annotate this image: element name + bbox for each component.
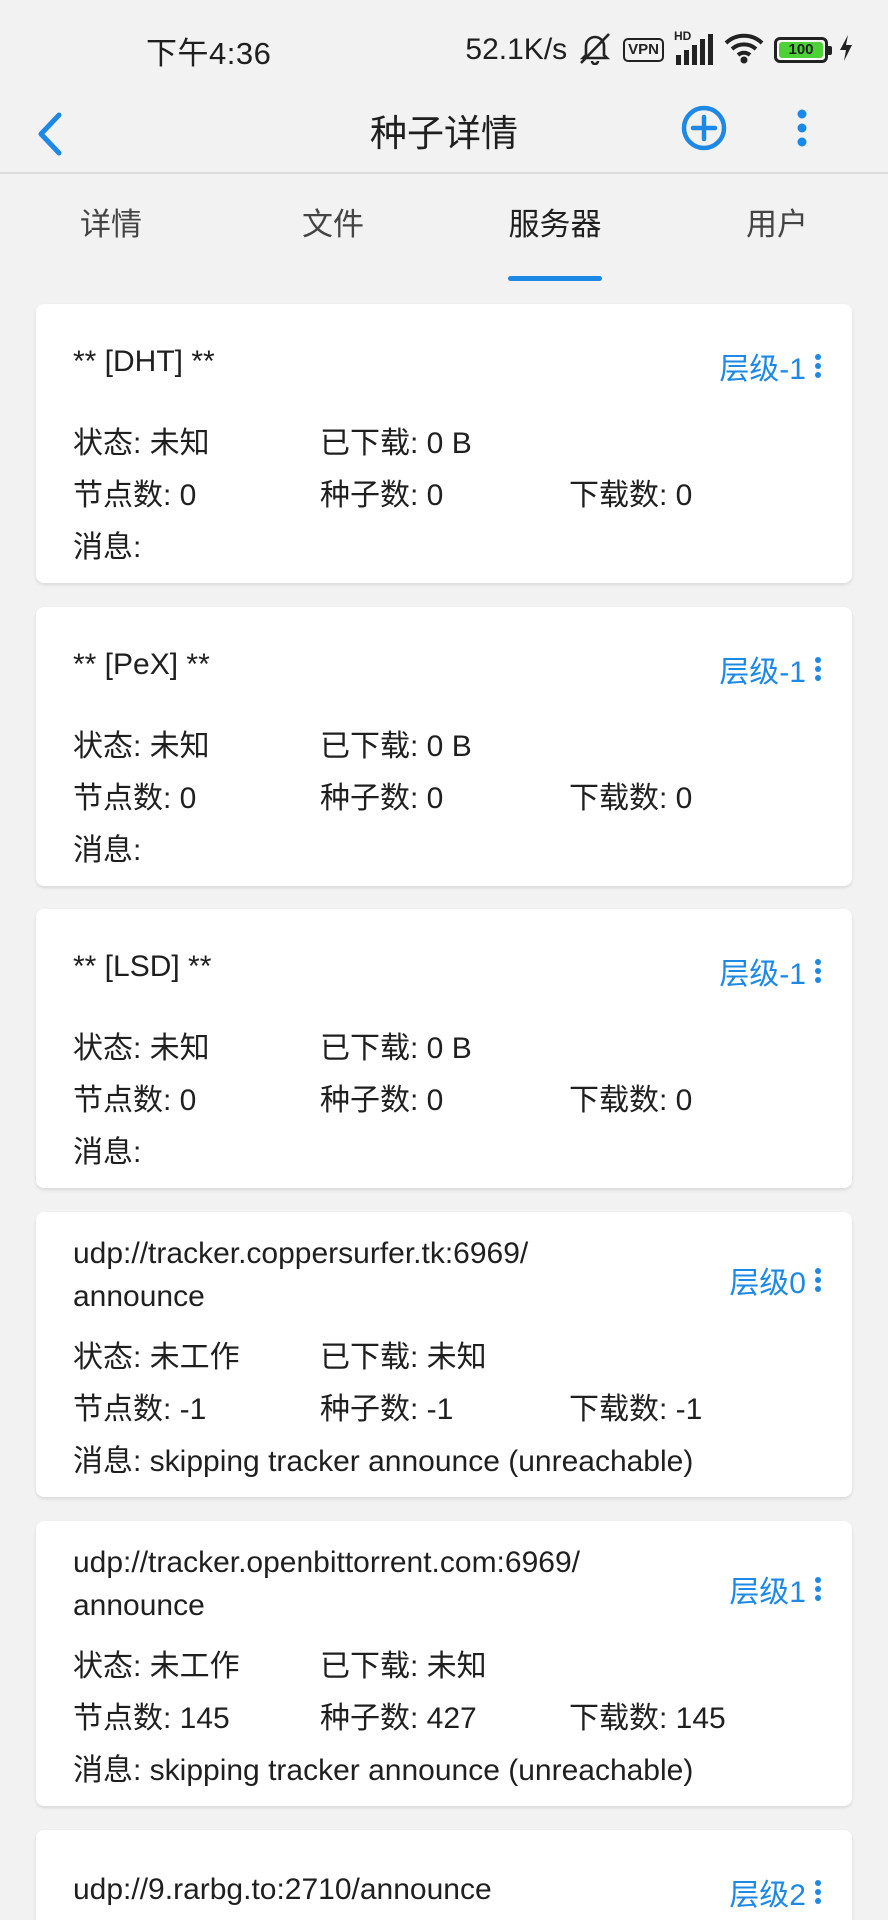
tracker-tier: 层级-1	[719, 353, 806, 386]
tracker-tier-button[interactable]: 层级1	[729, 1567, 822, 1611]
tracker-peers: 节点数: 0	[73, 1084, 197, 1117]
tracker-card[interactable]: udp://9.rarbg.to:2710/announce 层级2	[36, 1830, 852, 1920]
battery-icon: 100	[774, 37, 832, 63]
tracker-peers: 节点数: 145	[73, 1702, 230, 1735]
tracker-tier: 层级2	[729, 1879, 806, 1912]
tracker-tier-button[interactable]: 层级2	[729, 1870, 822, 1914]
tracker-message: 消息:	[73, 834, 142, 867]
tracker-downloaded: 已下载: 0 B	[320, 730, 472, 763]
tracker-seeds: 种子数: 427	[320, 1702, 477, 1735]
tracker-leechers: 下载数: 0	[569, 479, 693, 512]
tracker-downloaded: 已下载: 未知	[320, 1341, 487, 1374]
more-vert-icon	[815, 1577, 821, 1601]
tracker-url-line: announce	[73, 1589, 205, 1622]
tracker-status: 状态: 未工作	[73, 1650, 240, 1683]
tracker-tier: 层级0	[729, 1267, 806, 1300]
mute-bell-icon	[577, 31, 613, 70]
tracker-url-line: udp://tracker.coppersurfer.tk:6969/	[73, 1237, 529, 1270]
tracker-url: udp://9.rarbg.to:2710/announce	[73, 1873, 492, 1906]
tracker-downloaded: 已下载: 0 B	[320, 427, 472, 460]
tracker-card[interactable]: ** [LSD] ** 层级-1 状态: 未知 已下载: 0 B 节点数: 0 …	[36, 909, 852, 1188]
tracker-tier-button[interactable]: 层级0	[729, 1258, 822, 1302]
charging-icon	[838, 34, 854, 67]
more-vert-icon	[797, 109, 807, 147]
tracker-peers: 节点数: 0	[73, 782, 197, 815]
tab-bar: 详情 文件 服务器 用户	[0, 174, 888, 282]
tracker-seeds: 种子数: 0	[320, 782, 444, 815]
tracker-url-line: udp://tracker.openbittorrent.com:6969/	[73, 1546, 580, 1579]
tracker-message: 消息:	[73, 1136, 142, 1169]
app-bar: 种子详情	[0, 96, 888, 172]
tracker-url: udp://tracker.coppersurfer.tk:6969/ anno…	[73, 1232, 663, 1318]
more-vert-icon	[815, 1268, 821, 1292]
status-time: 下午4:36	[146, 36, 272, 71]
tracker-tier: 层级-1	[719, 958, 806, 991]
tracker-peers: 节点数: 0	[73, 479, 197, 512]
active-tab-indicator	[508, 276, 602, 281]
battery-level: 100	[779, 42, 823, 58]
tracker-url: ** [PeX] **	[73, 648, 210, 681]
status-bar: 下午4:36 52.1K/s VPN HD 100	[0, 0, 888, 96]
tracker-seeds: 种子数: -1	[320, 1393, 454, 1426]
more-vert-icon	[815, 959, 821, 983]
tracker-status: 状态: 未知	[73, 1032, 210, 1065]
tracker-leechers: 下载数: -1	[569, 1393, 703, 1426]
tracker-tier: 层级1	[729, 1576, 806, 1609]
tracker-seeds: 种子数: 0	[320, 479, 444, 512]
add-tracker-button[interactable]	[676, 100, 732, 156]
tracker-message: 消息:	[73, 531, 142, 564]
tracker-card[interactable]: udp://tracker.coppersurfer.tk:6969/ anno…	[36, 1212, 852, 1497]
tracker-status: 状态: 未知	[73, 730, 210, 763]
tracker-leechers: 下载数: 0	[569, 782, 693, 815]
signal-icon: HD	[674, 29, 714, 67]
tracker-tier: 层级-1	[719, 656, 806, 689]
tracker-seeds: 种子数: 0	[320, 1084, 444, 1117]
tracker-status: 状态: 未知	[73, 427, 210, 460]
tracker-leechers: 下载数: 145	[569, 1702, 726, 1735]
tracker-url: ** [LSD] **	[73, 950, 212, 983]
tab-peers[interactable]: 用户	[666, 174, 888, 282]
more-vert-icon	[815, 354, 821, 378]
tracker-url: ** [DHT] **	[73, 345, 215, 378]
network-speed: 52.1K/s	[465, 33, 568, 66]
tracker-tier-button[interactable]: 层级-1	[719, 949, 822, 993]
tab-details[interactable]: 详情	[0, 174, 222, 282]
tracker-url-line: announce	[73, 1280, 205, 1313]
tracker-message: 消息: skipping tracker announce (unreachab…	[73, 1445, 694, 1478]
tab-files[interactable]: 文件	[222, 174, 444, 282]
tracker-card[interactable]: udp://tracker.openbittorrent.com:6969/ a…	[36, 1521, 852, 1806]
tracker-message: 消息: skipping tracker announce (unreachab…	[73, 1754, 694, 1787]
tracker-status: 状态: 未工作	[73, 1341, 240, 1374]
tracker-peers: 节点数: -1	[73, 1393, 207, 1426]
tracker-tier-button[interactable]: 层级-1	[719, 647, 822, 691]
tracker-card[interactable]: ** [DHT] ** 层级-1 状态: 未知 已下载: 0 B 节点数: 0 …	[36, 304, 852, 583]
tab-trackers[interactable]: 服务器	[444, 174, 666, 282]
tracker-downloaded: 已下载: 未知	[320, 1650, 487, 1683]
page-title: 种子详情	[370, 113, 518, 154]
tracker-tier-button[interactable]: 层级-1	[719, 344, 822, 388]
more-options-button[interactable]	[774, 100, 830, 156]
vpn-icon: VPN	[623, 38, 664, 62]
tracker-card[interactable]: ** [PeX] ** 层级-1 状态: 未知 已下载: 0 B 节点数: 0 …	[36, 607, 852, 886]
more-vert-icon	[815, 657, 821, 681]
more-vert-icon	[815, 1880, 821, 1904]
tracker-downloaded: 已下载: 0 B	[320, 1032, 472, 1065]
status-icons: 52.1K/s VPN HD 100	[465, 29, 854, 70]
wifi-icon	[724, 32, 764, 69]
tracker-leechers: 下载数: 0	[569, 1084, 693, 1117]
tracker-url: udp://tracker.openbittorrent.com:6969/ a…	[73, 1541, 663, 1627]
add-circle-icon	[681, 105, 727, 151]
